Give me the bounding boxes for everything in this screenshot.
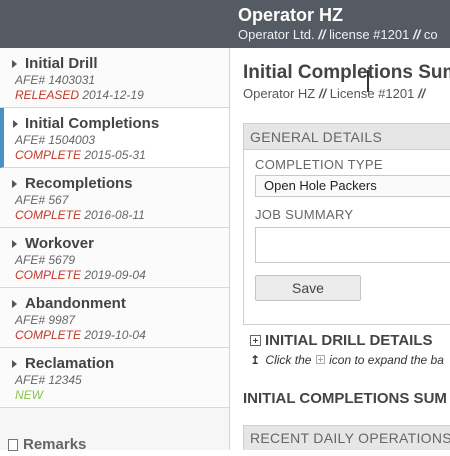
status-badge: COMPLETE xyxy=(15,148,82,162)
status-badge: COMPLETE xyxy=(15,328,82,342)
expand-plus-icon xyxy=(315,355,325,365)
afe-number: AFE# 1403031 xyxy=(15,73,96,87)
general-details-panel: GENERAL DETAILS COMPLETION TYPE Open Hol… xyxy=(243,123,450,325)
status-date: 2019-10-04 xyxy=(84,328,146,342)
status-line: RELEASED 2014-12-19 xyxy=(15,88,229,103)
panel-heading: GENERAL DETAILS xyxy=(244,124,450,150)
app-header: Operator HZ Operator Ltd. // license #12… xyxy=(0,0,450,48)
sidebar-item-workover[interactable]: Workover AFE# 5679 COMPLETE 2019-09-04 xyxy=(0,228,229,288)
status-badge: NEW xyxy=(15,388,43,402)
sidebar: Initial Drill AFE# 1403031 RELEASED 2014… xyxy=(0,48,230,453)
status-line: COMPLETE 2015-05-31 xyxy=(15,148,229,163)
afe-number: AFE# 9987 xyxy=(15,313,76,327)
hint-text-post: icon to expand the ba xyxy=(329,353,444,367)
job-summary-label: JOB SUMMARY xyxy=(255,207,354,222)
status-date: 2015-05-31 xyxy=(84,148,146,162)
chevron-right-icon xyxy=(12,60,17,68)
chevron-right-icon xyxy=(13,120,18,128)
sidebar-item-remarks[interactable]: Remarks xyxy=(0,436,229,456)
sidebar-item-label: Initial Drill xyxy=(25,55,98,72)
chevron-right-icon xyxy=(12,240,17,248)
chevron-right-icon xyxy=(12,300,17,308)
job-summary-field[interactable] xyxy=(255,227,450,263)
expand-hint: ↥ Click the icon to expand the ba xyxy=(250,353,444,367)
sidebar-item-label: Reclamation xyxy=(25,355,115,372)
expand-plus-icon[interactable] xyxy=(250,334,261,346)
sidebar-item-label: Recompletions xyxy=(25,175,133,192)
main-content: Initial Completions Sum Operator HZ // L… xyxy=(230,48,450,450)
operator-name: Operator HZ xyxy=(243,86,316,101)
status-badge: COMPLETE xyxy=(15,208,82,222)
sidebar-item-reclamation[interactable]: Reclamation AFE# 12345 NEW xyxy=(0,348,229,408)
arrow-up-icon: ↥ xyxy=(250,353,261,367)
sidebar-item-label: Workover xyxy=(25,235,94,252)
status-badge: COMPLETE xyxy=(15,268,82,282)
sidebar-item-initial-completions[interactable]: Initial Completions AFE# 1504003 COMPLET… xyxy=(0,108,229,168)
status-date: 2019-09-04 xyxy=(84,268,146,282)
save-button[interactable]: Save xyxy=(255,275,361,301)
status-date: 2014-12-19 xyxy=(82,88,144,102)
sidebar-item-initial-drill[interactable]: Initial Drill AFE# 1403031 RELEASED 2014… xyxy=(0,48,229,108)
afe-number: AFE# 567 xyxy=(15,193,69,207)
app-title: Operator HZ xyxy=(238,5,344,25)
initial-drill-details-toggle[interactable]: INITIAL DRILL DETAILS xyxy=(250,332,433,349)
remarks-label: Remarks xyxy=(23,436,87,453)
separator: // xyxy=(417,86,426,101)
completion-type-select[interactable]: Open Hole Packers xyxy=(255,175,450,197)
status-line: COMPLETE 2016-08-11 xyxy=(15,208,229,223)
status-date: 2016-08-11 xyxy=(84,208,145,222)
afe-number: AFE# 12345 xyxy=(15,373,82,387)
separator: // xyxy=(412,27,421,42)
afe-number: AFE# 5679 xyxy=(15,253,76,267)
license-number: license #1201 xyxy=(329,27,410,42)
page-title: Initial Completions Sum xyxy=(243,62,450,83)
separator: // xyxy=(318,27,326,42)
section-heading: INITIAL COMPLETIONS SUM xyxy=(243,390,447,407)
separator: // xyxy=(318,86,327,101)
status-line: COMPLETE 2019-09-04 xyxy=(15,268,229,283)
sidebar-item-abandonment[interactable]: Abandonment AFE# 9987 COMPLETE 2019-10-0… xyxy=(0,288,229,348)
status-line: COMPLETE 2019-10-04 xyxy=(15,328,229,343)
status-line: NEW xyxy=(15,388,229,403)
page-subtitle: Operator HZ // License #1201 // xyxy=(243,86,425,101)
license-number: License #1201 xyxy=(329,86,415,101)
hint-text-pre: Click the xyxy=(265,353,312,367)
app-subtitle: Operator Ltd. // license #1201 // co xyxy=(238,27,438,42)
truncated-text: co xyxy=(423,27,438,42)
status-badge: RELEASED xyxy=(15,88,80,102)
document-icon xyxy=(8,438,18,451)
afe-number: AFE# 1504003 xyxy=(15,133,96,147)
completion-type-label: COMPLETION TYPE xyxy=(255,157,383,172)
sidebar-item-label: Abandonment xyxy=(25,295,126,312)
recent-operations-heading[interactable]: RECENT DAILY OPERATIONS - xyxy=(243,425,450,450)
sidebar-item-recompletions[interactable]: Recompletions AFE# 567 COMPLETE 2016-08-… xyxy=(0,168,229,228)
company-name: Operator Ltd. xyxy=(238,27,315,42)
chevron-right-icon xyxy=(12,360,17,368)
sidebar-item-label: Initial Completions xyxy=(25,115,160,132)
chevron-right-icon xyxy=(12,180,17,188)
section-heading: INITIAL DRILL DETAILS xyxy=(265,332,433,349)
